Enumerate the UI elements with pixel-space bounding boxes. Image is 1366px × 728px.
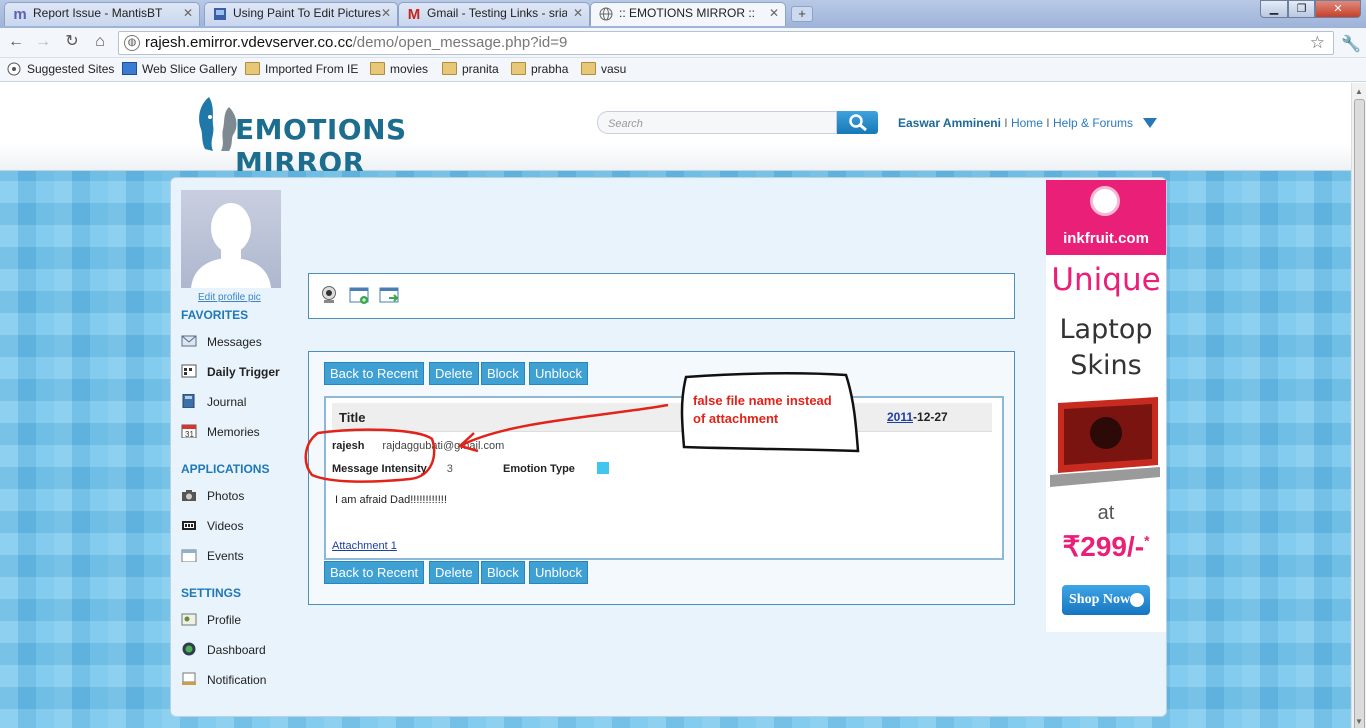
bookmark-label: Imported From IE (265, 62, 359, 76)
url-path: /demo/open_message.php?id=9 (352, 34, 568, 51)
close-icon[interactable]: ✕ (573, 6, 583, 20)
globe-icon: ◍ (124, 35, 140, 51)
ie-icon (122, 62, 137, 75)
tab-strip: m Report Issue - MantisBT ✕ Using Paint … (0, 0, 1366, 28)
annotation-line-2: of attachment (693, 411, 779, 426)
bookmark-label: prabha (531, 62, 569, 76)
close-icon[interactable]: ✕ (183, 6, 193, 20)
mantis-icon: m (13, 6, 27, 23)
tab-label: Gmail - Testing Links - sriak (427, 6, 567, 20)
bookmark-label: movies (390, 62, 429, 76)
bookmark-suggested-sites[interactable]: Suggested Sites (7, 62, 114, 76)
tab-label: Using Paint To Edit Pictures (233, 6, 381, 20)
wrench-icon[interactable]: 🔧 (1341, 34, 1361, 54)
gmail-icon: M (407, 6, 421, 23)
close-icon[interactable]: ✕ (769, 6, 779, 20)
bookmark-label: Suggested Sites (27, 62, 115, 76)
maximize-button[interactable]: ❐ (1288, 0, 1315, 18)
folder-icon (370, 62, 385, 75)
scrollbar-thumb[interactable] (1354, 99, 1365, 728)
annotation-note: false file name instead of attachment (680, 374, 858, 444)
bookmark-web-slice-gallery[interactable]: Web Slice Gallery (122, 62, 237, 76)
bookmark-label: Web Slice Gallery (142, 62, 238, 76)
tab-paint[interactable]: Using Paint To Edit Pictures ✕ (204, 2, 398, 26)
folder-icon (511, 62, 526, 75)
tab-emotions-mirror[interactable]: :: EMOTIONS MIRROR :: ✕ (590, 2, 786, 26)
tab-label: :: EMOTIONS MIRROR :: (619, 6, 756, 20)
scroll-up-icon[interactable]: ▲ (1355, 87, 1363, 96)
globe-icon (598, 7, 614, 23)
web-page: EMOTIONS MIRROR Search Easwar Ammineni I… (0, 83, 1351, 728)
scroll-down-icon[interactable]: ▼ (1355, 717, 1363, 726)
page-icon (212, 7, 228, 23)
bookmark-pranita[interactable]: pranita (442, 62, 499, 76)
bookmark-imported-from-ie[interactable]: Imported From IE (245, 62, 358, 76)
home-icon[interactable]: ⌂ (90, 32, 110, 52)
annotation-circle (304, 428, 436, 483)
new-tab-button[interactable]: + (791, 6, 813, 22)
browser-toolbar: ← → ↻ ⌂ ◍ rajesh.emirror.vdevserver.co.c… (0, 28, 1366, 58)
bookmark-label: pranita (462, 62, 499, 76)
page-scrollbar[interactable]: ▲ ▼ (1351, 83, 1366, 728)
suggested-sites-icon (7, 62, 22, 76)
bookmark-prabha[interactable]: prabha (511, 62, 568, 76)
close-window-button[interactable]: ✕ (1315, 0, 1361, 18)
bookmark-vasu[interactable]: vasu (581, 62, 626, 76)
minimize-button[interactable]: ▁ (1260, 0, 1288, 18)
annotation-text: false file name instead of attachment (693, 392, 832, 428)
bookmark-movies[interactable]: movies (370, 62, 428, 76)
address-bar[interactable]: ◍ rajesh.emirror.vdevserver.co.cc/demo/o… (118, 31, 1334, 55)
bookmarks-bar: Suggested Sites Web Slice Gallery Import… (0, 58, 1366, 82)
folder-icon (581, 62, 596, 75)
forward-icon[interactable]: → (33, 32, 53, 52)
close-icon[interactable]: ✕ (381, 6, 391, 20)
back-icon[interactable]: ← (6, 32, 26, 52)
folder-icon (442, 62, 457, 75)
bookmark-label: vasu (601, 62, 627, 76)
tab-label: Report Issue - MantisBT (33, 6, 163, 20)
star-icon[interactable]: ☆ (1310, 33, 1325, 53)
annotation-line-1: false file name instead (693, 393, 832, 408)
folder-icon (245, 62, 260, 75)
annotation-arrow-line (461, 403, 669, 447)
tab-gmail[interactable]: M Gmail - Testing Links - sriak ✕ (398, 2, 590, 26)
reload-icon[interactable]: ↻ (62, 32, 82, 52)
url-host: rajesh.emirror.vdevserver.co.cc (145, 34, 353, 51)
tab-mantis[interactable]: m Report Issue - MantisBT ✕ (4, 2, 200, 26)
annotation-overlay (304, 372, 860, 483)
